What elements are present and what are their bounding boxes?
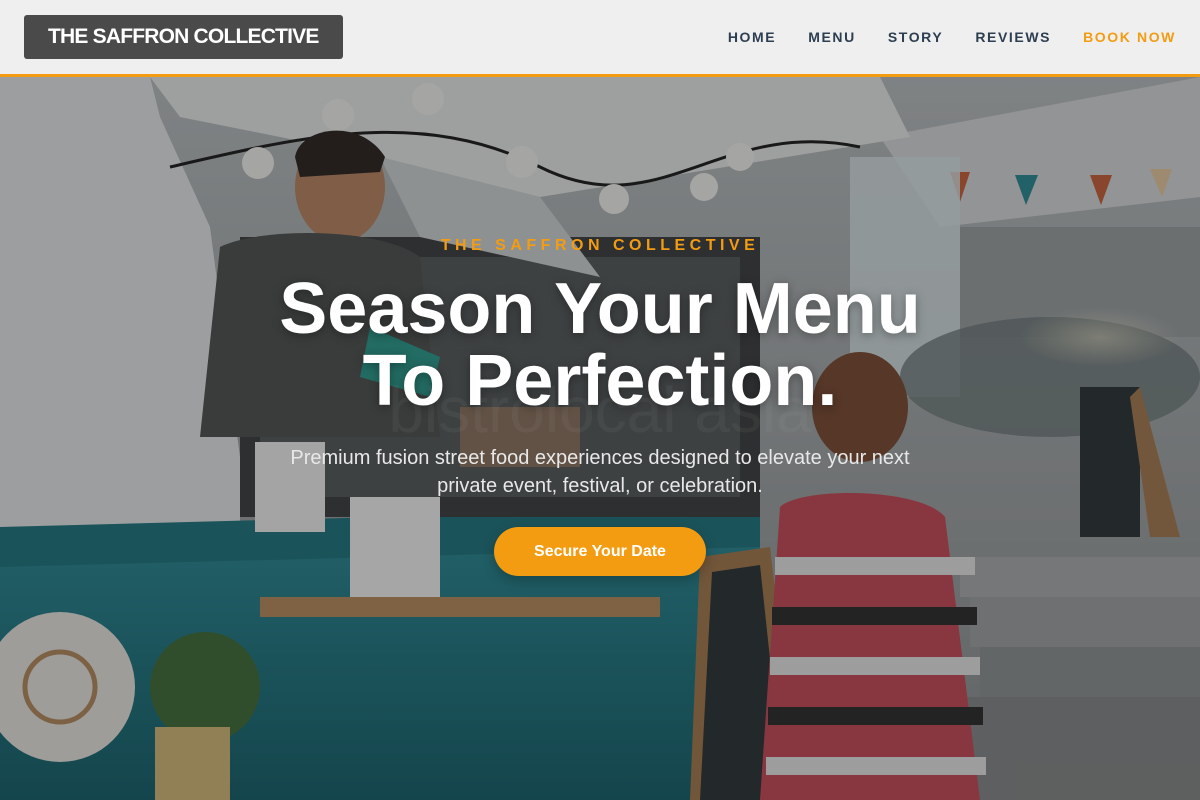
site-logo[interactable]: THE SAFFRON COLLECTIVE <box>24 15 343 59</box>
hero-section: bistrolocal asia THE SAFFRON COLLECTIVE … <box>0 77 1200 800</box>
site-header: THE SAFFRON COLLECTIVE HOME MENU STORY R… <box>0 0 1200 77</box>
page: THE SAFFRON COLLECTIVE HOME MENU STORY R… <box>0 0 1200 800</box>
hero-headline-line-2: To Perfection. <box>362 341 838 421</box>
hero-headline-line-1: Season Your Menu <box>279 269 921 349</box>
nav-story[interactable]: STORY <box>888 29 943 45</box>
hero-content: THE SAFFRON COLLECTIVE Season Your Menu … <box>0 77 1200 800</box>
hero-headline: Season Your Menu To Perfection. <box>0 273 1200 417</box>
nav-home[interactable]: HOME <box>728 29 776 45</box>
hero-subtext: Premium fusion street food experiences d… <box>290 447 910 497</box>
main-nav: HOME MENU STORY REVIEWS BOOK NOW <box>696 29 1176 45</box>
nav-reviews[interactable]: REVIEWS <box>975 29 1051 45</box>
nav-book-now[interactable]: BOOK NOW <box>1083 29 1176 45</box>
nav-menu[interactable]: MENU <box>808 29 856 45</box>
hero-eyebrow: THE SAFFRON COLLECTIVE <box>440 237 760 254</box>
secure-date-button[interactable]: Secure Your Date <box>494 527 706 576</box>
